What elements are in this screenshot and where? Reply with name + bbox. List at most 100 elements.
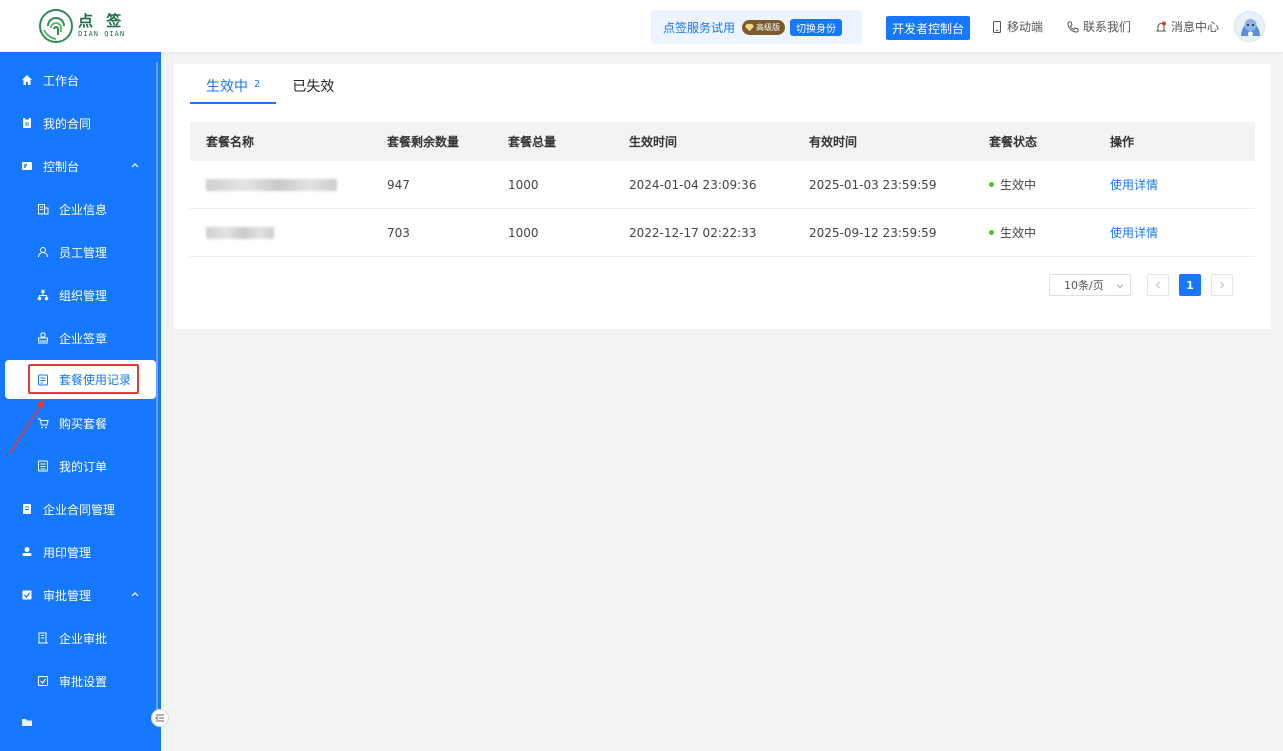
- sidebar-item-label: 审批管理: [43, 588, 92, 603]
- seal-icon: [21, 546, 33, 558]
- cell-valid-time: 2025-09-12 23:59:59: [809, 225, 937, 240]
- sidebar-collapse-button[interactable]: [151, 709, 169, 727]
- approval-icon: [21, 589, 33, 601]
- mobile-label: 移动端: [1007, 20, 1044, 34]
- brand-logo[interactable]: 点 签 DIAN QIAN: [38, 8, 125, 44]
- tab-expired-label: 已失效: [292, 79, 335, 95]
- sidebar-item-workbench[interactable]: 工作台: [0, 62, 156, 98]
- annotation-highlight-box: [28, 364, 139, 394]
- premium-badge-label: 高级版: [756, 22, 781, 32]
- sidebar-item-label: 员工管理: [59, 245, 108, 260]
- sidebar-item-cutoff[interactable]: [0, 704, 156, 740]
- collapse-icon: [155, 714, 164, 722]
- contract-icon: [21, 117, 33, 129]
- sidebar-item-label: 企业信息: [59, 202, 108, 217]
- diamond-icon: [745, 23, 755, 31]
- status-tabs: 生效中 2 已失效: [190, 76, 350, 104]
- user-avatar[interactable]: [1234, 11, 1265, 42]
- avatar-icon: [1235, 12, 1264, 41]
- col-total: 套餐总量: [508, 135, 557, 149]
- trial-banner: 点签服务试用 高级版 切换身份: [651, 10, 862, 44]
- sidebar-item-label: 控制台: [43, 159, 80, 174]
- tab-expired[interactable]: 已失效: [292, 76, 334, 104]
- sidebar-item-label: 企业审批: [59, 631, 108, 646]
- redacted-package-name: [206, 178, 337, 191]
- mobile-icon: [993, 20, 1001, 33]
- page-size-select[interactable]: 10条/页: [1049, 274, 1131, 296]
- contact-label: 联系我们: [1083, 20, 1132, 34]
- cell-total: 1000: [508, 225, 539, 240]
- cell-remaining: 947: [387, 177, 410, 192]
- page-size-value: 10条/页: [1064, 279, 1104, 292]
- cell-status: 生效中: [973, 209, 1094, 256]
- sidebar-item-label: 审批设置: [59, 674, 108, 689]
- status-dot: [989, 182, 994, 187]
- cell-valid-time: 2025-01-03 23:59:59: [809, 177, 937, 192]
- sidebar-item-enterprise-contracts[interactable]: 企业合同管理: [0, 491, 156, 527]
- col-status: 套餐状态: [989, 135, 1038, 149]
- status-label: 生效中: [1000, 178, 1037, 192]
- usage-details-link[interactable]: 使用详情: [1110, 224, 1158, 241]
- console-icon: [21, 160, 33, 172]
- premium-badge: 高级版: [742, 19, 786, 35]
- sidebar-item-label: 购买套餐: [59, 416, 108, 431]
- tab-active[interactable]: 生效中 2: [190, 76, 277, 104]
- sidebar-item-console[interactable]: 控制台: [0, 148, 156, 184]
- sidebar-item-company-seal[interactable]: 企业签章: [0, 320, 156, 356]
- contact-link[interactable]: 联系我们: [1067, 18, 1131, 35]
- table-header: 套餐名称 套餐剩余数量 套餐总量 生效时间 有效时间 套餐状态 操作: [190, 122, 1255, 161]
- sidebar-item-label: 用印管理: [43, 545, 92, 560]
- sidebar-item-organization[interactable]: 组织管理: [0, 277, 156, 313]
- mobile-link[interactable]: 移动端: [991, 18, 1043, 35]
- table-row: 947 1000 2024-01-04 23:09:36 2025-01-03 …: [190, 161, 1255, 209]
- status-label: 生效中: [1000, 226, 1037, 240]
- status-dot: [989, 230, 994, 235]
- col-action: 操作: [1110, 135, 1135, 149]
- chevron-right-icon: [1220, 281, 1225, 289]
- sidebar-item-seal-usage[interactable]: 用印管理: [0, 534, 156, 570]
- checkbox-icon: [37, 675, 49, 687]
- next-page-button[interactable]: [1211, 274, 1233, 296]
- col-start-time: 生效时间: [629, 135, 678, 149]
- top-header: 点 签 DIAN QIAN 点签服务试用 高级版 切换身份 开发者控制台 移动端…: [0, 0, 1283, 52]
- message-center-link[interactable]: 消息中心: [1155, 18, 1219, 35]
- redacted-package-name: [206, 226, 274, 239]
- sidebar-scrollbar[interactable]: [156, 62, 158, 712]
- page-number-current[interactable]: 1: [1179, 274, 1201, 296]
- sidebar-item-label: 企业签章: [59, 331, 108, 346]
- chevron-up-icon: [131, 163, 139, 168]
- enterprise-approval-icon: [37, 632, 49, 644]
- sidebar-item-staff[interactable]: 员工管理: [0, 234, 156, 270]
- sidebar-item-enterprise-approval[interactable]: 企业审批: [0, 620, 156, 656]
- usage-details-link[interactable]: 使用详情: [1110, 176, 1158, 193]
- building-icon: [37, 203, 49, 215]
- cell-total: 1000: [508, 177, 539, 192]
- package-usage-card: 生效中 2 已失效 套餐名称 套餐剩余数量 套餐总量 生效时间 有效时间 套餐状…: [174, 64, 1271, 329]
- sidebar-item-approval[interactable]: 审批管理: [0, 577, 156, 613]
- tab-active-count: 2: [254, 79, 261, 90]
- switch-identity-button[interactable]: 切换身份: [790, 18, 843, 36]
- pagination: 10条/页 1: [1049, 274, 1233, 296]
- stamp-icon: [37, 332, 49, 344]
- chevron-up-icon: [131, 592, 139, 597]
- sidebar-item-my-contracts[interactable]: 我的合同: [0, 105, 156, 141]
- bell-icon: [1155, 21, 1167, 31]
- sidebar-item-label: 我的合同: [43, 116, 92, 131]
- package-table: 套餐名称 套餐剩余数量 套餐总量 生效时间 有效时间 套餐状态 操作 947 1…: [190, 122, 1255, 257]
- cell-status: 生效中: [973, 161, 1094, 208]
- message-center-label: 消息中心: [1171, 20, 1220, 34]
- developer-console-button[interactable]: 开发者控制台: [886, 16, 970, 40]
- sidebar-item-label: 企业合同管理: [43, 502, 116, 517]
- trial-text[interactable]: 点签服务试用: [663, 19, 735, 36]
- prev-page-button[interactable]: [1147, 274, 1169, 296]
- tab-active-label: 生效中: [206, 79, 248, 95]
- sidebar-item-label: 组织管理: [59, 288, 108, 303]
- sidebar-item-approval-settings[interactable]: 审批设置: [0, 663, 156, 699]
- sidebar-item-label: 工作台: [43, 73, 80, 88]
- col-remaining: 套餐剩余数量: [387, 135, 460, 149]
- sidebar-item-company-info[interactable]: 企业信息: [0, 191, 156, 227]
- cell-start-time: 2022-12-17 02:22:33: [629, 225, 757, 240]
- folder-icon: [21, 716, 33, 728]
- file-icon: [21, 503, 33, 515]
- col-package-name: 套餐名称: [206, 135, 255, 149]
